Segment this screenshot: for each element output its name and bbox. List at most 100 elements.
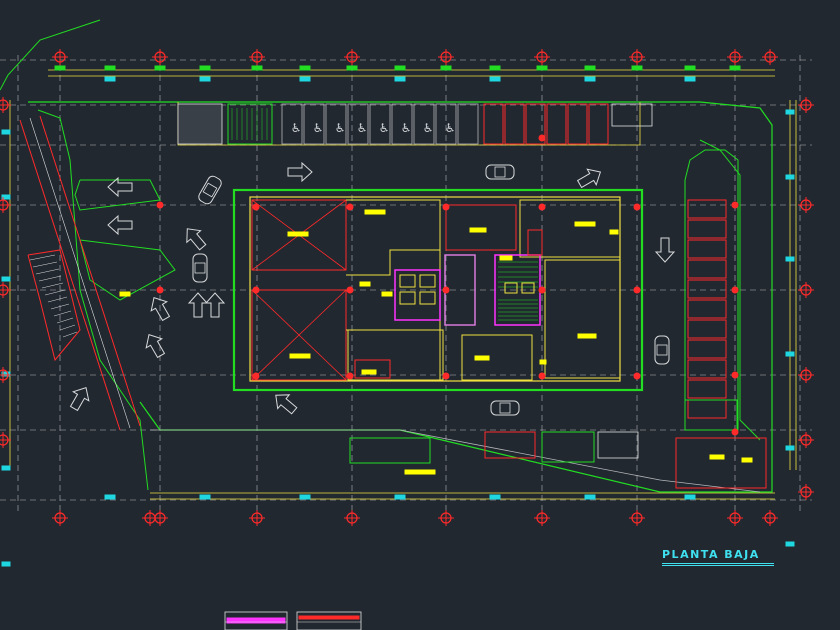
- dimension-tag-cyan: [394, 494, 406, 500]
- axis-marker-icon: [798, 282, 814, 298]
- arrow-icon: [186, 228, 207, 251]
- room-label-tag: [361, 369, 377, 375]
- dimension-tag: [729, 65, 741, 71]
- room-label-tag: [119, 291, 131, 297]
- axis-node: [538, 134, 546, 142]
- car-window: [194, 262, 206, 274]
- arrow-icon: [107, 214, 133, 236]
- dimension-tag-right: [785, 541, 795, 547]
- axis-marker-icon: [0, 282, 11, 298]
- axis-marker-icon: [798, 367, 814, 383]
- dimension-tag-cyan: [584, 76, 596, 82]
- parking-stall-north-red: [567, 103, 588, 145]
- axis-marker-icon: [798, 484, 814, 500]
- arrow-shape: [69, 386, 90, 412]
- parking-stall-east: [687, 239, 727, 259]
- parking-stall-east: [687, 399, 727, 419]
- room-ne: [519, 199, 621, 258]
- parking-stall-east: [687, 319, 727, 339]
- dimension-tag: [631, 65, 643, 71]
- car-window: [499, 402, 511, 414]
- axis-node: [731, 286, 739, 294]
- dimension-tag-cyan: [199, 76, 211, 82]
- dimension-tag-left: [1, 465, 11, 471]
- room-label-tag: [404, 469, 436, 475]
- dimension-tag: [394, 65, 406, 71]
- accessible-parking-icon: ♿: [313, 121, 324, 135]
- dimension-tag: [440, 65, 452, 71]
- axis-marker-icon: [798, 432, 814, 448]
- core-toilets-west: [394, 269, 441, 321]
- axis-node: [442, 286, 450, 294]
- floor-plan-drawing: ♿ ♿ ♿ ♿ ♿ ♿ ♿ ♿: [0, 19, 814, 630]
- room-north-center: [346, 199, 441, 276]
- north-motorcycles: [611, 103, 653, 127]
- dimension-tag: [346, 65, 358, 71]
- south-motorcycles: [597, 431, 639, 459]
- axis-marker-icon: [798, 97, 814, 113]
- dimension-tag-cyan: [584, 494, 596, 500]
- parking-stall-east: [687, 339, 727, 359]
- arrow-shape: [275, 394, 298, 415]
- core-fixture: [521, 282, 535, 294]
- dimension-tag-left: [1, 276, 11, 282]
- axis-node: [538, 203, 546, 211]
- axis-node: [633, 203, 641, 211]
- building-inner-wall: [249, 196, 621, 382]
- axis-marker-icon: [344, 510, 360, 526]
- axis-node: [156, 286, 164, 294]
- south-boundary: [150, 429, 761, 493]
- arrow-shape: [186, 228, 207, 251]
- axis-marker-icon: [249, 510, 265, 526]
- car-icon: [198, 175, 222, 205]
- parking-stall-north-red: [504, 103, 525, 145]
- room-label-tag: [364, 209, 386, 215]
- dimension-tag-cyan: [684, 76, 696, 82]
- legend-swatch-red: [298, 615, 360, 620]
- dimension-tag: [154, 65, 166, 71]
- axis-marker-icon: [52, 49, 68, 65]
- dimension-tag-right: [785, 445, 795, 451]
- parking-stall-east: [687, 199, 727, 219]
- ramp-hatch: [44, 289, 66, 296]
- axis-marker-icon: [438, 49, 454, 65]
- south-stair: [541, 431, 595, 463]
- arrow-shape: [654, 237, 676, 263]
- arrow-icon: [287, 161, 313, 183]
- axis-node: [731, 201, 739, 209]
- axis-node: [252, 203, 260, 211]
- car-icon: [192, 253, 208, 283]
- dimension-tag: [489, 65, 501, 71]
- axis-marker-icon: [0, 432, 11, 448]
- arrow-icon: [576, 168, 602, 189]
- east-accessible-stall: [684, 399, 738, 431]
- accessible-parking-icon: ♿: [379, 121, 390, 135]
- parking-stall-motorcycles: [177, 103, 223, 145]
- room-label-tag: [577, 333, 597, 339]
- axis-node: [442, 372, 450, 380]
- axis-marker-icon: [534, 510, 550, 526]
- axis-marker-icon: [152, 49, 168, 65]
- car-icon: [485, 164, 515, 180]
- axis-node: [252, 372, 260, 380]
- ramp-hatch: [53, 310, 72, 317]
- core-fixture: [419, 291, 436, 305]
- arrow-icon: [69, 386, 90, 412]
- axis-node: [156, 201, 164, 209]
- dimension-tag-right: [785, 256, 795, 262]
- dimension-tag-right: [785, 109, 795, 115]
- dimension-tag: [684, 65, 696, 71]
- site-curb-left: [37, 109, 149, 491]
- dimension-tag-right: [785, 351, 795, 357]
- axis-node: [731, 428, 739, 436]
- dimension-tag-right: [785, 174, 795, 180]
- arrow-icon: [204, 292, 226, 318]
- core-fixture: [419, 274, 436, 288]
- room-label-tag: [469, 227, 487, 233]
- axis-marker-icon: [727, 49, 743, 65]
- car-icon: [654, 335, 670, 365]
- legend-boxes: [224, 611, 362, 630]
- dimension-tag-cyan: [394, 76, 406, 82]
- site-outline: [0, 19, 773, 493]
- arrow-shape: [145, 333, 166, 359]
